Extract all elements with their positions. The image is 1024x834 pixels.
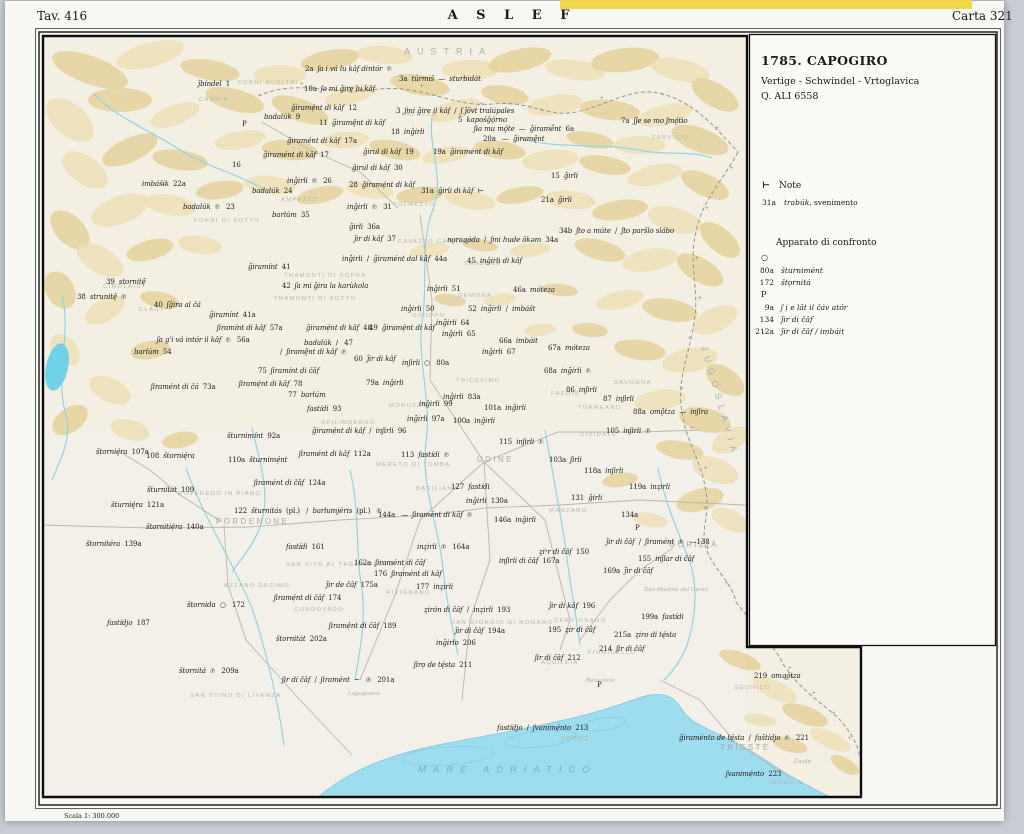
note-header: Note	[779, 181, 801, 191]
p-symbol-icon: P	[761, 290, 766, 299]
legend-title: 1785. CAPOGIRO	[761, 53, 888, 68]
legend-panel: 1785. CAPOGIRO Vertige - Schwindel - Vrt…	[748, 33, 997, 646]
svg-text:+: +	[680, 385, 684, 392]
svg-text:+: +	[725, 580, 729, 587]
map-scale: Scala 1: 300.000	[64, 812, 119, 820]
legend-questionnaire: Q. ALI 6558	[761, 91, 818, 102]
svg-text:+: +	[730, 165, 734, 172]
svg-text:+: +	[540, 107, 544, 114]
apparato-entry-number: 80a	[748, 266, 774, 275]
svg-text:+: +	[660, 91, 664, 98]
svg-text:+: +	[706, 545, 710, 552]
apparato-entry: 80a šturnimént	[748, 266, 823, 275]
note-entry-number: 31a	[762, 198, 776, 207]
svg-text:+: +	[480, 101, 484, 108]
svg-text:+: +	[715, 125, 719, 132]
svg-text:+: +	[705, 205, 709, 212]
circle-symbol-icon: ○	[761, 253, 768, 262]
apparato-entry: 9a ʃ ị e lât il čáv atór	[748, 303, 847, 312]
apparato-entry-text: ĵir di čâf	[781, 315, 813, 324]
note-marker-icon: ⊢	[762, 181, 770, 191]
svg-text:+: +	[848, 735, 852, 742]
svg-text:+: +	[688, 335, 692, 342]
apparato-header: Apparato di confronto	[776, 238, 877, 248]
svg-text:+: +	[360, 87, 364, 94]
apparato-entry-text: ĵir di čâf / imbáit	[781, 327, 844, 336]
apparato-entry: 134 ĵir di čâf	[748, 315, 813, 324]
svg-text:+: +	[600, 95, 604, 102]
svg-text:+: +	[420, 83, 424, 90]
svg-text:+: +	[812, 690, 816, 697]
apparato-entry-number: 212a	[748, 327, 774, 336]
legend-subtitle: Vertige - Schwindel - Vrtoglavica	[761, 76, 919, 87]
apparato-entry-number: 134	[748, 315, 774, 324]
apparato-entry-text: ʃ ị e lât il čáv atór	[781, 303, 847, 312]
svg-text:+: +	[300, 81, 304, 88]
svg-text:+: +	[788, 665, 792, 672]
svg-text:+: +	[703, 505, 707, 512]
apparato-entry-text: šturnimént	[781, 266, 823, 275]
svg-text:+: +	[832, 710, 836, 717]
apparato-entry: 212a ĵir di čâf / imbáit	[748, 327, 844, 336]
apparato-entry-text: štọrnitá	[781, 278, 811, 287]
svg-text:+: +	[698, 295, 702, 302]
apparato-entry: 172 štọrnitá	[748, 278, 811, 287]
apparato-entry-number: 9a	[748, 303, 774, 312]
note-entry: 31a trabúk, svenimento	[762, 198, 858, 207]
atlas-plate-page: Tav. 416 A S L E F Carta 321 +++++++++++…	[0, 0, 1024, 834]
apparato-entry-number: 172	[748, 278, 774, 287]
note-entry-word: trabúk	[784, 198, 809, 207]
svg-text:+: +	[690, 425, 694, 432]
note-entry-rest: , svenimento	[809, 198, 857, 207]
svg-text:+: +	[695, 255, 699, 262]
svg-text:+: +	[704, 465, 708, 472]
